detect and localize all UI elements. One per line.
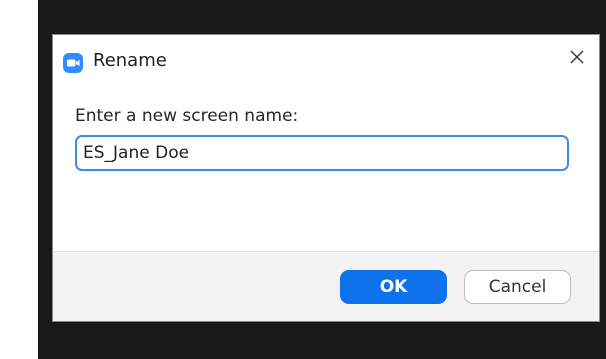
dialog-footer: OK Cancel <box>53 251 599 321</box>
background-left <box>0 0 38 359</box>
close-button[interactable] <box>563 45 591 73</box>
screen-name-input[interactable] <box>75 135 569 171</box>
dialog-title: Rename <box>93 50 167 71</box>
zoom-camera-icon <box>63 53 83 73</box>
dialog-titlebar: Rename <box>53 35 599 81</box>
rename-dialog: Rename Enter a new screen name: OK Cance… <box>52 34 600 322</box>
cancel-button[interactable]: Cancel <box>464 270 571 304</box>
prompt-label: Enter a new screen name: <box>75 106 299 126</box>
close-icon <box>569 49 585 69</box>
ok-button[interactable]: OK <box>340 270 447 304</box>
